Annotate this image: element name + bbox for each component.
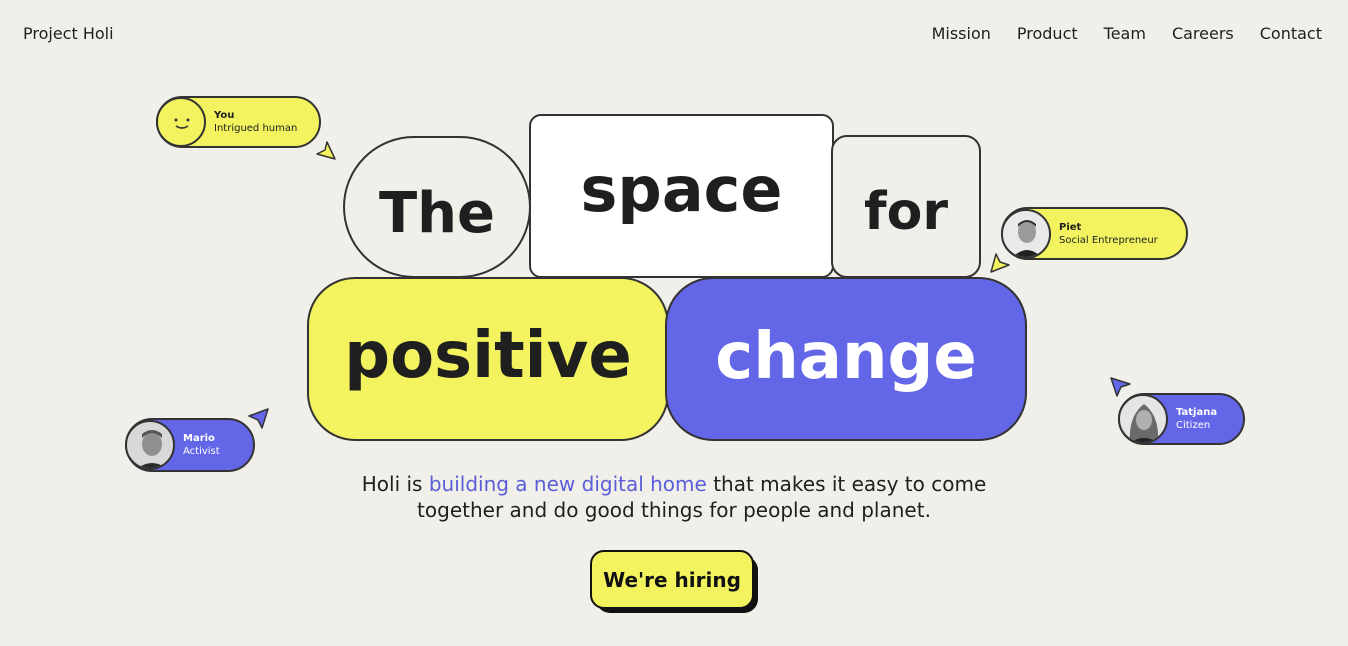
main-nav: Mission Product Team Careers Contact xyxy=(932,24,1322,43)
brand-logo-link[interactable]: Project Holi xyxy=(23,24,114,43)
person-role: Citizen xyxy=(1176,420,1211,431)
headline-word-positive: positive xyxy=(307,277,669,441)
headline-word-change: change xyxy=(665,277,1027,441)
were-hiring-button[interactable]: We're hiring xyxy=(590,550,754,609)
cursor-arrow-icon xyxy=(1110,377,1131,397)
person-name: Mario xyxy=(183,433,215,444)
smiley-icon xyxy=(156,97,206,147)
avatar-photo xyxy=(125,420,175,470)
avatar-photo xyxy=(1001,208,1051,259)
cursor-arrow-icon xyxy=(248,408,269,429)
nav-contact[interactable]: Contact xyxy=(1260,24,1322,43)
cursor-arrow-icon xyxy=(316,141,336,160)
nav-product[interactable]: Product xyxy=(1017,24,1078,43)
nav-careers[interactable]: Careers xyxy=(1172,24,1234,43)
hero-tagline: Holi is building a new digital home that… xyxy=(324,471,1024,523)
person-name: You xyxy=(214,110,235,121)
nav-team[interactable]: Team xyxy=(1104,24,1146,43)
person-role: Activist xyxy=(183,446,220,457)
tagline-text: Holi is xyxy=(361,472,429,496)
person-role: Social Entrepreneur xyxy=(1059,234,1158,246)
person-tag-you: You Intrigued human xyxy=(156,96,321,148)
avatar-photo xyxy=(1118,394,1168,444)
person-tag-piet: Piet Social Entrepreneur xyxy=(1001,207,1188,260)
headline-word-space: space xyxy=(529,114,834,278)
person-role: Intrigued human xyxy=(214,123,298,134)
headline-word-the: The xyxy=(343,136,531,278)
person-name: Piet xyxy=(1059,221,1082,233)
person-tag-tatjana: Tatjana Citizen xyxy=(1118,393,1245,445)
person-name: Tatjana xyxy=(1176,407,1218,418)
headline-word-for: for xyxy=(831,135,981,278)
cursor-arrow-icon xyxy=(990,253,1010,273)
person-tag-mario: Mario Activist xyxy=(125,418,255,472)
tagline-link[interactable]: building a new digital home xyxy=(429,472,707,496)
nav-mission[interactable]: Mission xyxy=(932,24,991,43)
